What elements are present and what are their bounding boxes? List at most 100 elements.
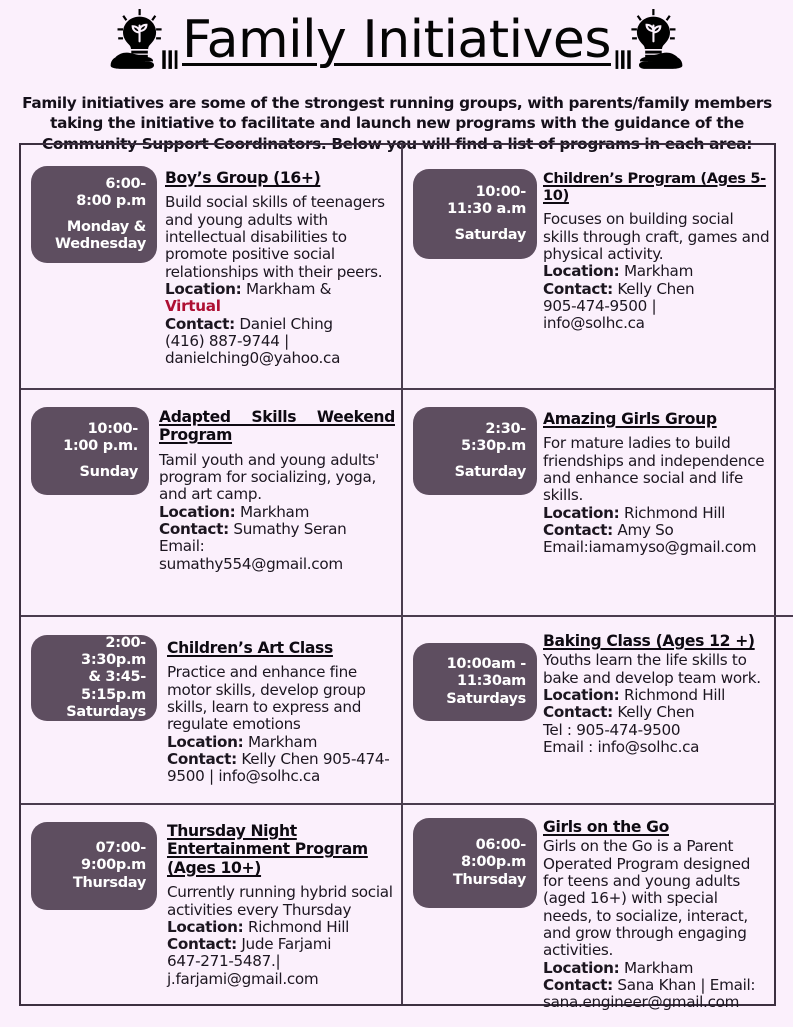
badge-time-line2: & 3:45-: [88, 669, 146, 686]
program-email: sana.engineer@gmail.com: [543, 993, 740, 1012]
location-label: Location:: [159, 502, 236, 521]
page-title: Family Initiatives: [182, 10, 612, 70]
program-cell: 10:00am - 11:30am Saturdays Baking Class…: [403, 617, 776, 803]
badge-day-line1: Saturday: [454, 226, 527, 243]
time-badge: 6:00- 8:00 p.m Monday & Wednesday: [31, 166, 157, 263]
lightbulb-in-hand-icon: [615, 9, 683, 69]
poster-header: Family Initiatives Family initiatives ar…: [0, 0, 793, 153]
poster-page: Family Initiatives Family initiatives ar…: [0, 0, 793, 1027]
program-description: Practice and enhance fine motor skills, …: [167, 663, 366, 734]
time-badge: 2:30- 5:30p.m Saturday: [413, 407, 537, 495]
contact-value: Jude Farjami: [241, 935, 332, 954]
contact-label: Contact:: [543, 976, 613, 995]
location-value: Markham: [623, 262, 694, 281]
program-phone: 905-474-9500 |: [543, 297, 657, 316]
badge-day-line2: Wednesday: [55, 235, 146, 252]
programs-table: 6:00- 8:00 p.m Monday & Wednesday Boy’s …: [19, 143, 793, 1011]
program-cell: 6:00- 8:00 p.m Monday & Wednesday Boy’s …: [21, 145, 401, 388]
badge-day-line1: Saturday: [454, 463, 527, 480]
contact-label: Contact:: [543, 703, 613, 722]
location-label: Location:: [167, 732, 244, 751]
program-phone: (416) 887-9744 |: [165, 332, 289, 351]
program-description: Youths learn the life skills to bake and…: [543, 651, 761, 687]
program-contact: Contact: Sana Khan | Email:: [543, 976, 770, 995]
program-description: Currently running hybrid social activiti…: [167, 883, 393, 919]
badge-time-line2: 5:30p.m: [461, 438, 526, 455]
time-badge: 10:00- 1:00 p.m. Sunday: [31, 407, 149, 495]
program-title: Girls on the Go: [543, 818, 669, 836]
program-description: Focuses on building social skills throug…: [543, 210, 770, 264]
location-label: Location:: [543, 503, 620, 522]
badge-time-line2: 1:00 p.m.: [63, 438, 138, 455]
badge-time-line1: 10:00-: [475, 184, 527, 201]
program-title: Children’s Program (Ages 5-10): [543, 170, 766, 205]
contact-label: Contact:: [159, 520, 229, 539]
program-description: Girls on the Go is a Parent Operated Pro…: [543, 837, 751, 960]
program-contact: Contact: Kelly Chen: [543, 704, 770, 721]
program-email: Email : info@solhc.ca: [543, 738, 700, 757]
location-value: Markham: [623, 958, 694, 977]
badge-day-line1: Thursday: [452, 871, 526, 888]
program-contact: Contact: Kelly Chen 905-474-9500 | info@…: [167, 750, 395, 786]
contact-value: Kelly Chen: [617, 279, 695, 298]
location-label: Location:: [165, 280, 242, 299]
program-title: Amazing Girls Group: [543, 410, 717, 428]
program-email: danielching0@yahoo.ca: [165, 349, 341, 368]
location-value: Markham &: [245, 280, 332, 299]
program-title: Boy’s Group (16+): [165, 169, 321, 187]
badge-time-line3: 5:15p.m: [81, 686, 146, 703]
location-label: Location:: [167, 917, 244, 936]
program-email: j.farjami@gmail.com: [167, 969, 319, 988]
contact-label: Contact:: [167, 750, 237, 769]
badge-time-line1: 10:00-: [87, 421, 139, 438]
program-cell: 07:00- 9:00p.m Thursday Thursday Night E…: [21, 805, 401, 1004]
badge-day-line1: Saturdays: [66, 703, 146, 720]
program-location: Location: Richmond Hill: [543, 686, 770, 704]
program-phone: 647-271-5487.|: [167, 952, 281, 971]
program-email: sumathy554@gmail.com: [159, 554, 343, 573]
contact-value: Amy So: [617, 521, 674, 540]
time-badge: 10:00- 11:30 a.m Saturday: [413, 169, 537, 259]
program-description: Tamil youth and young adults' program fo…: [159, 450, 379, 504]
location-value: Markham: [247, 732, 318, 751]
badge-day-line1: Monday &: [66, 218, 146, 235]
badge-time-line1: 2:00-3:30p.m: [81, 635, 146, 669]
badge-day-line1: Sunday: [79, 463, 139, 480]
program-contact: Contact: Sumathy Seran: [159, 520, 395, 539]
time-badge: 2:00-3:30p.m & 3:45- 5:15p.m Saturdays: [31, 635, 157, 721]
program-title: Baking Class (Ages 12 +): [543, 632, 755, 650]
program-email: Email:iamamyso@gmail.com: [543, 538, 757, 557]
program-email: info@solhc.ca: [543, 314, 645, 333]
program-cell: 10:00- 11:30 a.m Saturday Children’s Pro…: [403, 145, 776, 388]
program-cell: 2:30- 5:30p.m Saturday Amazing Girls Gro…: [403, 390, 776, 615]
program-contact: Contact: Amy So: [543, 521, 770, 540]
time-badge: 10:00am - 11:30am Saturdays: [413, 643, 537, 721]
program-location: Location: Markham: [543, 263, 770, 280]
contact-value: Kelly Chen: [617, 703, 695, 722]
badge-time-line1: 06:00-: [475, 837, 527, 854]
program-description: For mature ladies to build friendships a…: [543, 434, 765, 505]
program-cell: 10:00- 1:00 p.m. Sunday Adapted Skills W…: [21, 390, 401, 615]
program-cell: 06:00- 8:00p.m Thursday Girls on the Go …: [403, 805, 776, 1011]
badge-day-line1: Saturdays: [446, 690, 526, 707]
contact-label: Contact:: [543, 521, 613, 540]
location-value: Richmond Hill: [247, 917, 350, 936]
contact-label: Contact:: [165, 314, 235, 333]
location-label: Location:: [543, 958, 620, 977]
badge-time-line2: 9:00p.m: [81, 857, 146, 874]
program-location: Location: Markham: [167, 732, 395, 751]
program-phone: Tel : 905-474-9500: [543, 720, 681, 739]
contact-value: Daniel Ching: [239, 314, 333, 333]
program-location: Location: Markham &: [165, 280, 395, 299]
badge-time-line2: 8:00 p.m: [76, 193, 146, 210]
badge-time-line1: 6:00-: [105, 176, 146, 193]
time-badge: 06:00- 8:00p.m Thursday: [413, 818, 537, 908]
location-value: Richmond Hill: [623, 503, 726, 522]
program-location: Location: Richmond Hill: [167, 917, 395, 936]
location-extra: Virtual: [165, 297, 221, 316]
program-contact: Contact: Kelly Chen: [543, 279, 770, 298]
contact-value: Sumathy Seran: [233, 520, 347, 539]
program-title: Adapted Skills Weekend Program: [159, 408, 395, 445]
program-contact: Contact: Daniel Ching: [165, 314, 395, 333]
badge-time-line2: 11:30 a.m: [447, 201, 526, 218]
